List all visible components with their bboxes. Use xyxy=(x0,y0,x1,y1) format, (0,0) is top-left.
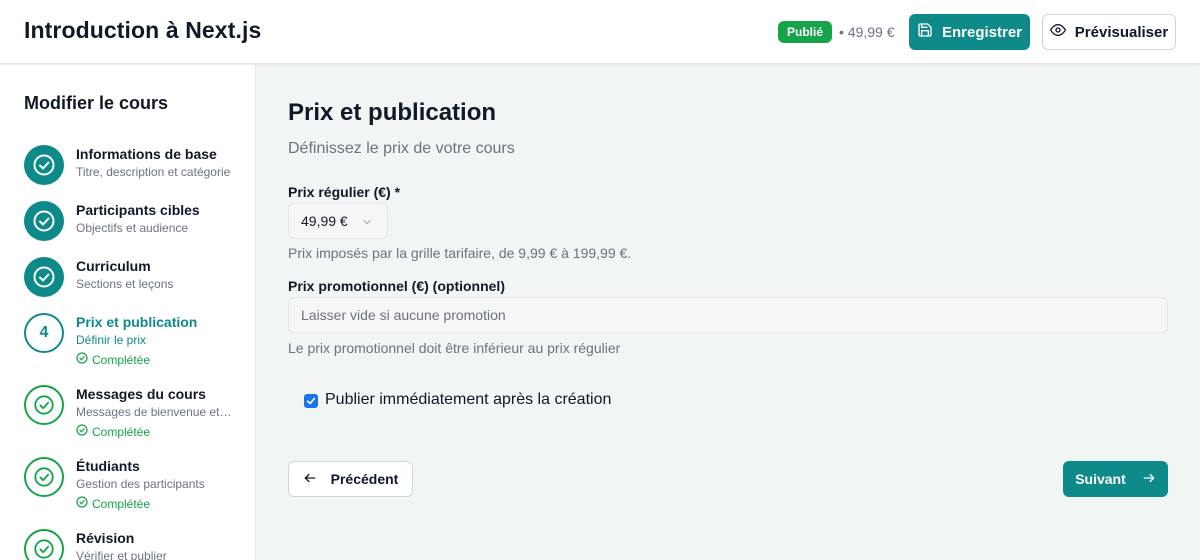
promo-price-input[interactable] xyxy=(288,297,1168,333)
sidebar-title: Modifier le cours xyxy=(24,93,169,113)
chevron-down-icon xyxy=(361,215,373,231)
previous-button[interactable]: Précédent xyxy=(288,461,413,497)
previous-button-label: Précédent xyxy=(330,471,399,487)
steps-sidebar: Modifier le cours Informations de base T… xyxy=(0,65,256,560)
step-title: Révision xyxy=(76,530,135,546)
step-title: Messages du cours xyxy=(76,386,206,402)
eye-icon xyxy=(1049,22,1066,42)
promo-price-label: Prix promotionnel (€) (optionnel) xyxy=(288,278,505,294)
step-status: Complétée xyxy=(76,496,150,511)
save-button[interactable]: Enregistrer xyxy=(909,14,1030,50)
sidebar-step-etudiants[interactable]: Étudiants Gestion des participants Compl… xyxy=(24,457,244,513)
step-subtitle: Définir le prix xyxy=(76,333,147,347)
step-subtitle: Objectifs et audience xyxy=(76,221,189,235)
check-circle-icon xyxy=(76,424,88,439)
page-subtitle: Définissez le prix de votre cours xyxy=(288,140,515,157)
step-status: Complétée xyxy=(76,352,150,367)
step-number: 4 xyxy=(24,313,64,353)
step-title: Étudiants xyxy=(76,458,140,474)
promo-price-hint: Le prix promotionnel doit être inférieur… xyxy=(288,340,621,356)
course-title: Introduction à Next.js xyxy=(24,17,262,43)
step-done-check-icon xyxy=(24,257,64,297)
step-check-icon xyxy=(24,529,64,560)
arrow-left-icon xyxy=(303,471,317,488)
next-button-label: Suivant xyxy=(1075,471,1126,487)
publish-checkbox-label[interactable]: Publier immédiatement après la création xyxy=(325,391,611,409)
page-title: Prix et publication xyxy=(288,99,497,126)
regular-price-hint: Prix imposés par la grille tarifaire, de… xyxy=(288,245,632,261)
preview-button-label: Prévisualiser xyxy=(1074,23,1169,41)
step-title: Participants cibles xyxy=(76,202,200,218)
step-subtitle: Sections et leçons xyxy=(76,277,174,291)
sidebar-step-participants[interactable]: Participants cibles Objectifs et audienc… xyxy=(24,201,244,241)
check-circle-icon xyxy=(76,496,88,511)
step-subtitle: Messages de bienvenue et de félicitation… xyxy=(76,405,232,419)
arrow-right-icon xyxy=(1142,471,1156,488)
sidebar-step-informations[interactable]: Informations de base Titre, description … xyxy=(24,145,244,185)
status-badge: Publié xyxy=(778,21,833,43)
regular-price-select[interactable]: 49,99 € xyxy=(288,203,388,239)
sidebar-step-messages[interactable]: Messages du cours Messages de bienvenue … xyxy=(24,385,244,441)
sidebar-step-revision[interactable]: Révision Vérifier et publier xyxy=(24,529,244,560)
header-price: • 49,99 € xyxy=(839,24,895,40)
step-status: Complétée xyxy=(76,424,150,439)
top-header: Introduction à Next.js Publié • 49,99 € … xyxy=(0,0,1200,64)
step-done-check-icon xyxy=(24,201,64,241)
step-subtitle: Vérifier et publier xyxy=(76,549,167,560)
save-icon xyxy=(917,22,933,42)
next-button[interactable]: Suivant xyxy=(1063,461,1168,497)
regular-price-value: 49,99 € xyxy=(301,213,348,229)
save-button-label: Enregistrer xyxy=(941,23,1023,41)
step-title: Prix et publication xyxy=(76,314,198,330)
step-subtitle: Titre, description et catégorie xyxy=(76,165,231,179)
step-status-label: Complétée xyxy=(92,424,151,439)
step-title: Curriculum xyxy=(76,258,151,274)
sidebar-step-curriculum[interactable]: Curriculum Sections et leçons xyxy=(24,257,244,297)
step-check-icon xyxy=(24,457,64,497)
step-status-label: Complétée xyxy=(92,496,151,511)
regular-price-label: Prix régulier (€) * xyxy=(288,184,401,200)
step-done-check-icon xyxy=(24,145,64,185)
step-check-icon xyxy=(24,385,64,425)
preview-button[interactable]: Prévisualiser xyxy=(1042,14,1176,50)
step-subtitle: Gestion des participants xyxy=(76,477,205,491)
step-status-label: Complétée xyxy=(92,352,151,367)
sidebar-step-prix[interactable]: 4 Prix et publication Définir le prix Co… xyxy=(24,313,244,369)
check-circle-icon xyxy=(76,352,88,367)
step-title: Informations de base xyxy=(76,146,217,162)
publish-checkbox[interactable] xyxy=(304,394,318,408)
